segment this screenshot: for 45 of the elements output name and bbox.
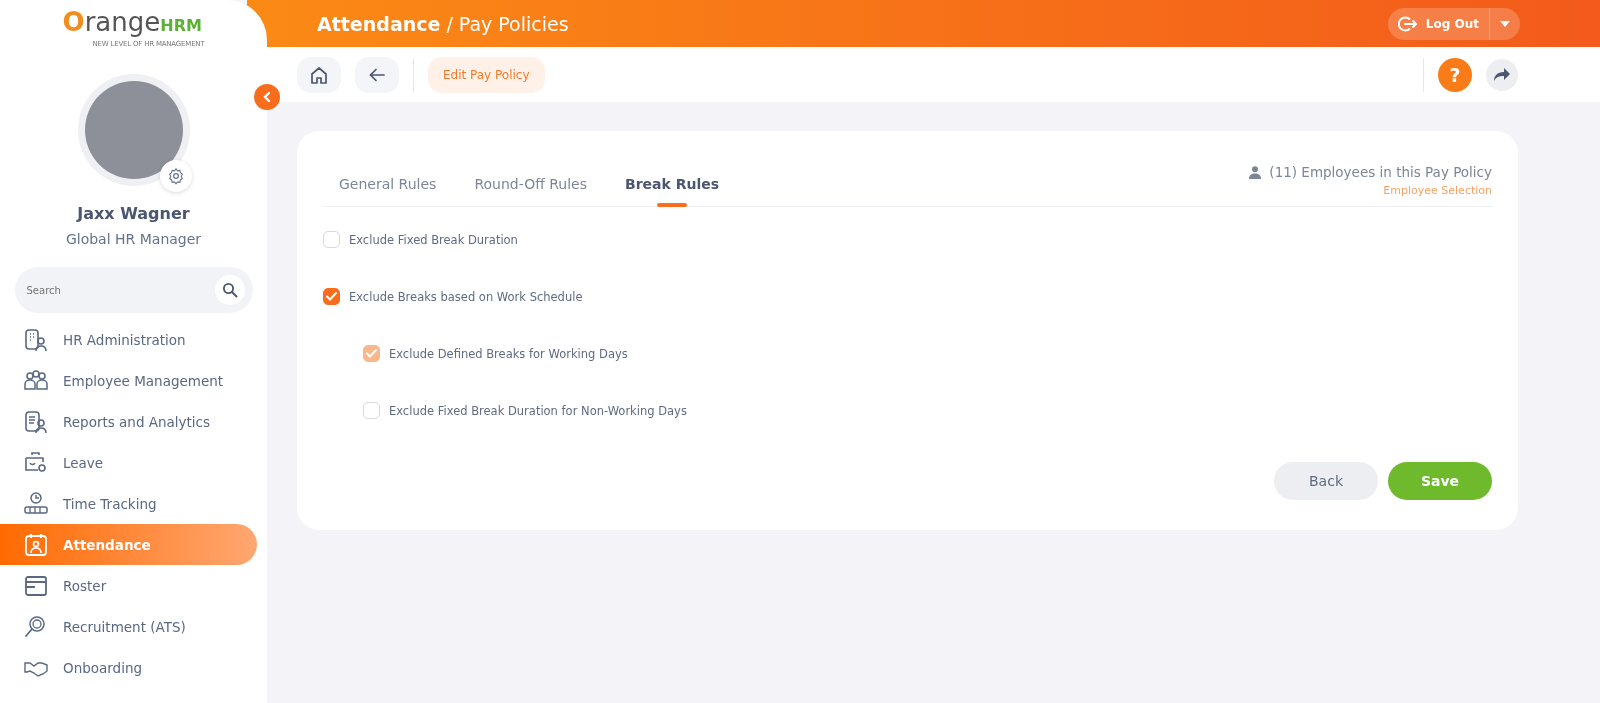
checkbox-label: Exclude Breaks based on Work Schedule <box>349 289 583 304</box>
checkbox-label: Exclude Fixed Break Duration for Non-Working Days <box>389 403 687 418</box>
tab[interactable]: Round-Off Rules <box>458 176 604 206</box>
settings-icon <box>166 167 185 185</box>
checkbox[interactable] <box>323 288 340 305</box>
caret-icon <box>1500 20 1510 27</box>
menu-item[interactable]: Reports and Analytics <box>0 401 257 442</box>
person-icon <box>1249 165 1262 179</box>
arrow-left-icon <box>369 67 385 82</box>
search-field[interactable]: Search <box>14 267 253 313</box>
logo-initial: O <box>62 8 85 36</box>
menu-item[interactable]: Onboarding <box>0 647 257 688</box>
menu-item[interactable]: Leave <box>0 442 257 483</box>
title-separator: / <box>446 12 453 35</box>
chevron-left-icon <box>261 91 273 103</box>
building-person-icon <box>23 326 49 353</box>
settings-button[interactable] <box>159 160 192 192</box>
logo-word: range <box>84 8 161 36</box>
search-icon <box>221 282 238 298</box>
tab[interactable]: Break Rules <box>609 176 736 206</box>
back-arrow-button[interactable] <box>355 56 399 93</box>
menu-item[interactable]: Employee Management <box>0 360 257 401</box>
page-title: Pay Policies <box>458 12 569 35</box>
tab[interactable]: General Rules <box>323 176 453 206</box>
share-arrow-icon <box>1493 66 1511 83</box>
user-name: Jaxx Wagner <box>77 204 190 223</box>
logout-icon <box>1397 14 1418 33</box>
home-icon <box>309 64 329 85</box>
back-button[interactable]: Back <box>1274 462 1378 500</box>
menu-item[interactable]: HR Administration <box>0 319 257 360</box>
calendar-person-icon <box>23 531 49 558</box>
logo-suffix: HRM <box>160 15 202 37</box>
home-button[interactable] <box>297 56 341 93</box>
module-title: Attendance <box>317 12 441 35</box>
checkbox-label: Exclude Defined Breaks for Working Days <box>389 346 628 361</box>
document-person-icon <box>23 408 49 435</box>
menu-item[interactable]: Recruitment (ATS) <box>0 606 257 647</box>
checkmark-icon <box>366 349 377 358</box>
menu-item[interactable]: Time Tracking <box>0 483 257 524</box>
checkbox-label: Exclude Fixed Break Duration <box>349 232 518 247</box>
employee-count: (11) Employees in this Pay Policy <box>1269 164 1492 180</box>
menu-item[interactable]: Roster <box>0 565 257 606</box>
user-role: Global HR Manager <box>65 231 202 247</box>
share-button[interactable] <box>1486 58 1518 91</box>
checkmark-icon <box>326 292 337 301</box>
